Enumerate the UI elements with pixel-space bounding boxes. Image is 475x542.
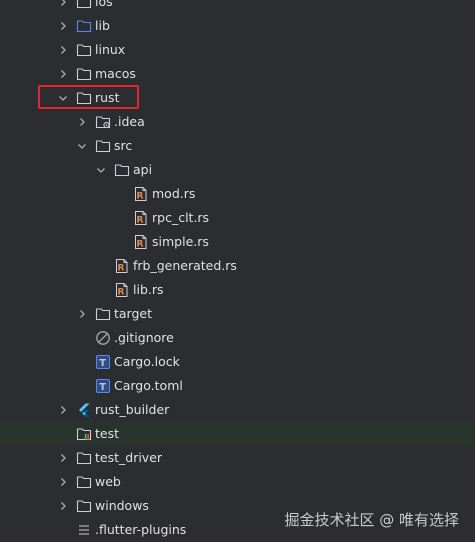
tree-item-label: mod.rs bbox=[152, 186, 196, 201]
folder-icon bbox=[95, 134, 111, 158]
chevron-down-icon[interactable] bbox=[96, 158, 106, 182]
rust-file-icon: R bbox=[133, 206, 149, 230]
list-file-icon bbox=[76, 518, 92, 542]
tree-item-lib[interactable]: lib bbox=[0, 14, 475, 38]
chevron-right-icon[interactable] bbox=[58, 14, 68, 38]
tree-item-label: src bbox=[114, 138, 133, 153]
svg-text:R: R bbox=[137, 216, 144, 226]
tree-item-Cargo-lock[interactable]: T Cargo.lock bbox=[0, 350, 475, 374]
tree-item-test[interactable]: test bbox=[0, 422, 475, 446]
tree-item-label: .flutter-plugins bbox=[95, 522, 187, 537]
tree-item-label: Cargo.lock bbox=[114, 354, 180, 369]
svg-text:R: R bbox=[137, 192, 144, 202]
tree-item-rpc-clt-rs[interactable]: Rrpc_clt.rs bbox=[0, 206, 475, 230]
tree-item-target[interactable]: target bbox=[0, 302, 475, 326]
tree-item-label: api bbox=[133, 162, 153, 177]
folder-icon bbox=[114, 158, 130, 182]
chevron-right-icon[interactable] bbox=[58, 38, 68, 62]
ignore-file-icon bbox=[95, 326, 111, 350]
tree-item-label: lib.rs bbox=[133, 282, 164, 297]
chevron-right-icon[interactable] bbox=[58, 0, 68, 14]
chevron-right-icon[interactable] bbox=[58, 62, 68, 86]
svg-text:T: T bbox=[99, 382, 106, 393]
tree-item-label: target bbox=[114, 306, 153, 321]
folder-icon bbox=[95, 302, 111, 326]
tree-item-macos[interactable]: macos bbox=[0, 62, 475, 86]
folder-icon bbox=[76, 38, 92, 62]
tree-item-Cargo-toml[interactable]: T Cargo.toml bbox=[0, 374, 475, 398]
tree-item-label: macos bbox=[95, 66, 136, 81]
text-file-icon: T bbox=[95, 374, 111, 398]
chevron-right-icon[interactable] bbox=[77, 110, 87, 134]
tree-item-label: .gitignore bbox=[114, 330, 174, 345]
highlight-box-rust bbox=[38, 85, 139, 109]
folder-test-icon bbox=[76, 422, 92, 446]
tree-item-label: test bbox=[95, 426, 120, 441]
tree-item-mod-rs[interactable]: Rmod.rs bbox=[0, 182, 475, 206]
project-tree: ios lib linux macos rust .idea src api Rmod.rs Rr… bbox=[0, 0, 475, 542]
chevron-right-icon[interactable] bbox=[58, 470, 68, 494]
folder-config-icon bbox=[95, 110, 111, 134]
folder-icon bbox=[76, 494, 92, 518]
tree-item-label: rpc_clt.rs bbox=[152, 210, 210, 225]
tree-item-label: windows bbox=[95, 498, 149, 513]
tree-item-linux[interactable]: linux bbox=[0, 38, 475, 62]
tree-item-ios[interactable]: ios bbox=[0, 0, 475, 14]
tree-item-gitignore[interactable]: .gitignore bbox=[0, 326, 475, 350]
tree-item-lib-rs[interactable]: Rlib.rs bbox=[0, 278, 475, 302]
folder-icon bbox=[76, 62, 92, 86]
tree-item-test-driver[interactable]: test_driver bbox=[0, 446, 475, 470]
folder-icon bbox=[76, 446, 92, 470]
tree-item-label: test_driver bbox=[95, 450, 163, 465]
flutter-module-icon bbox=[76, 398, 92, 422]
rust-file-icon: R bbox=[114, 278, 130, 302]
folder-icon bbox=[76, 470, 92, 494]
tree-item-src[interactable]: src bbox=[0, 134, 475, 158]
tree-item-simple-rs[interactable]: Rsimple.rs bbox=[0, 230, 475, 254]
tree-item-label: linux bbox=[95, 42, 126, 57]
rust-file-icon: R bbox=[133, 230, 149, 254]
tree-item-label: lib bbox=[95, 18, 110, 33]
chevron-right-icon[interactable] bbox=[58, 398, 68, 422]
rust-file-icon: R bbox=[133, 182, 149, 206]
tree-item-label: simple.rs bbox=[152, 234, 209, 249]
tree-item-web[interactable]: web bbox=[0, 470, 475, 494]
tree-item-rust-builder[interactable]: rust_builder bbox=[0, 398, 475, 422]
text-file-icon: T bbox=[95, 350, 111, 374]
svg-text:R: R bbox=[118, 288, 125, 298]
tree-item-label: rust_builder bbox=[95, 402, 170, 417]
svg-text:R: R bbox=[118, 264, 125, 274]
watermark: 掘金技术社区 @ 唯有选择 bbox=[284, 511, 459, 529]
folder-blue-icon bbox=[76, 14, 92, 38]
chevron-right-icon[interactable] bbox=[77, 302, 87, 326]
svg-text:T: T bbox=[99, 358, 106, 369]
chevron-right-icon[interactable] bbox=[58, 446, 68, 470]
tree-item-label: Cargo.toml bbox=[114, 378, 183, 393]
folder-icon bbox=[76, 0, 92, 14]
tree-item-label: ios bbox=[95, 0, 113, 9]
svg-text:R: R bbox=[137, 240, 144, 250]
tree-item-label: web bbox=[95, 474, 121, 489]
tree-item-idea[interactable]: .idea bbox=[0, 110, 475, 134]
rust-file-icon: R bbox=[114, 254, 130, 278]
tree-item-label: .idea bbox=[114, 114, 145, 129]
chevron-down-icon[interactable] bbox=[77, 134, 87, 158]
tree-item-label: frb_generated.rs bbox=[133, 258, 237, 273]
tree-item-api[interactable]: api bbox=[0, 158, 475, 182]
tree-item-frb-generated-rs[interactable]: Rfrb_generated.rs bbox=[0, 254, 475, 278]
chevron-right-icon[interactable] bbox=[58, 494, 68, 518]
